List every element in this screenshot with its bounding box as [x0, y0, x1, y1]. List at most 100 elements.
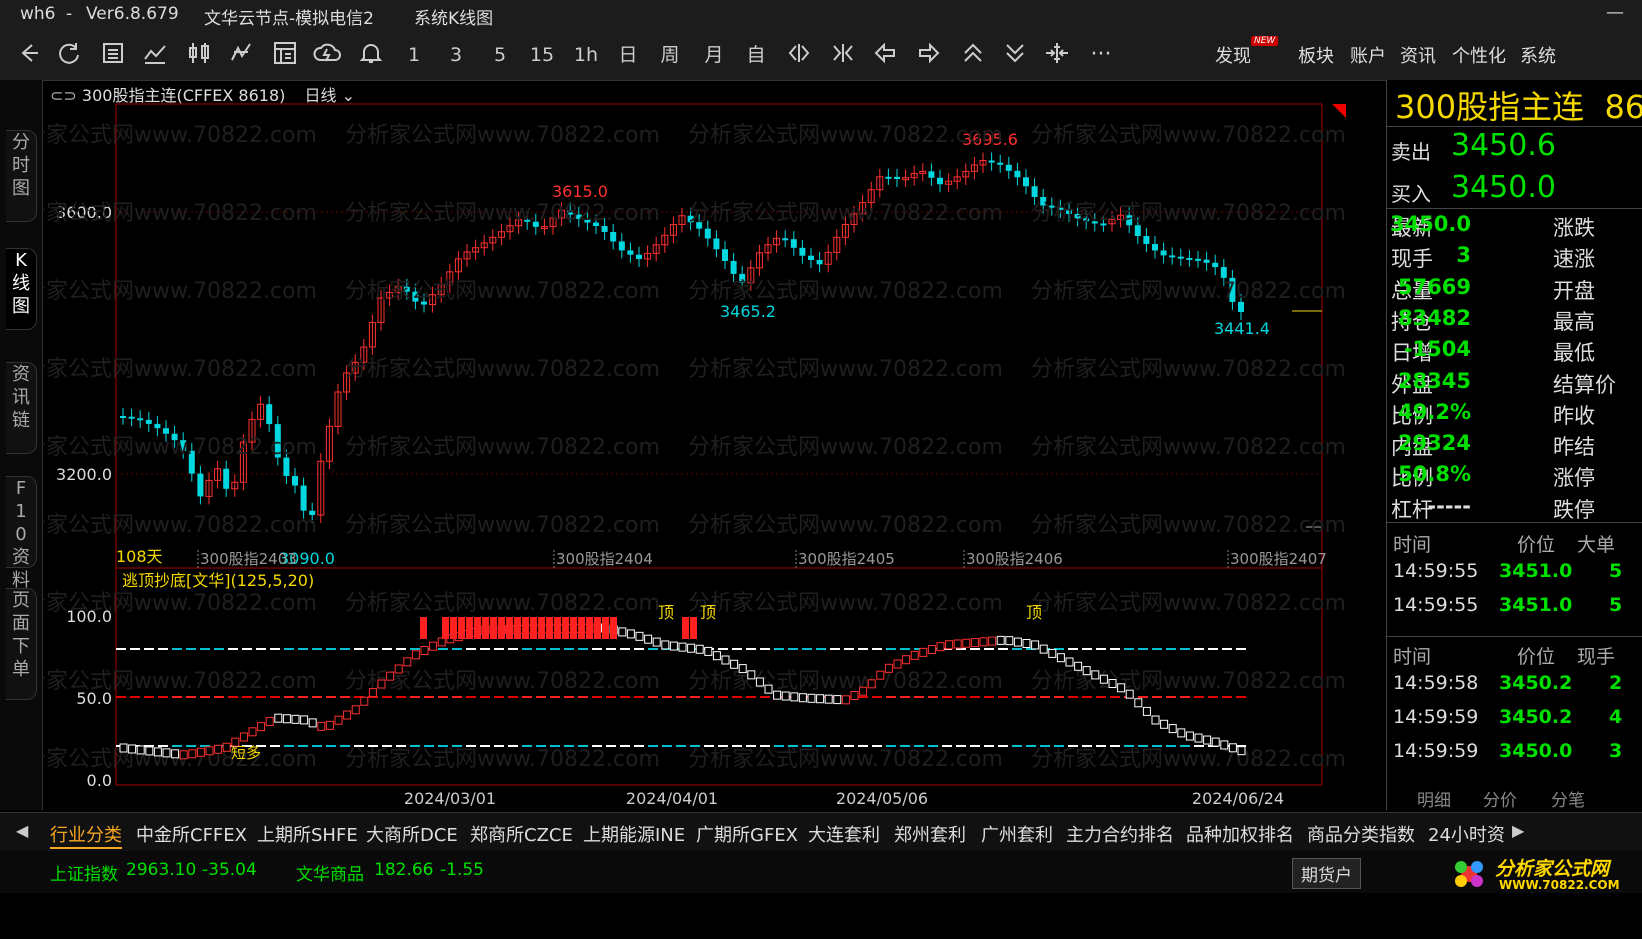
tab-tick[interactable]: 分笔 [1551, 786, 1585, 811]
signal-bar [546, 617, 553, 639]
contract-label: 300股指2406 [966, 550, 1063, 568]
minimize-button[interactable]: — [1606, 2, 1624, 23]
indicator-step [153, 747, 162, 757]
period-1h-button[interactable]: 1h [570, 40, 602, 70]
indicator-step [343, 710, 352, 720]
indicator-step [1160, 719, 1169, 729]
candle-body-down [145, 419, 152, 424]
side-tab-kline[interactable]: K线图 [6, 248, 37, 330]
menu-system[interactable]: 系统 [1520, 42, 1556, 68]
quote-bottom-tabs: 明细 分价 分笔 [1387, 780, 1642, 811]
market-tab[interactable]: 中金所CFFEX [136, 821, 247, 847]
symbol-label[interactable]: 300股指主连(CFFEX 8618) [82, 86, 285, 105]
menu-discover[interactable]: 发现 [1215, 42, 1251, 68]
indicator-step [902, 655, 911, 665]
kline-chart[interactable]: 3600.03200.0108天3615.03465.23695.63441.4… [42, 80, 1384, 810]
date-label: 2024/04/01 [626, 789, 718, 808]
market-tab[interactable]: 上期能源INE [583, 821, 685, 847]
refresh-icon[interactable] [54, 40, 84, 70]
more-icon[interactable]: ··· [1086, 40, 1116, 70]
period-dropdown[interactable]: 日线 ⌄ [304, 86, 355, 105]
market-tab[interactable]: 郑商所CZCE [470, 821, 573, 847]
market-tab[interactable]: 广州套利 [981, 821, 1053, 847]
indicator-step [919, 647, 928, 657]
period-week-button[interactable]: 周 [656, 40, 684, 70]
market-tab[interactable]: 郑州套利 [894, 821, 966, 847]
period-custom-button[interactable]: 自 [742, 40, 770, 70]
bell-icon[interactable] [356, 40, 386, 70]
quote-row-value: 3 [1456, 243, 1471, 268]
cloud-icon[interactable] [312, 40, 342, 70]
candle-body-down [1014, 170, 1021, 178]
chevron-up-icon[interactable] [958, 40, 988, 70]
side-tab-timeshare[interactable]: 分时图 [6, 130, 37, 222]
date-label: 2024/03/01 [404, 789, 496, 808]
indicator-step [1194, 733, 1203, 743]
period-3m-button[interactable]: 3 [442, 40, 470, 70]
indicator-step [721, 655, 730, 665]
scroll-right-icon[interactable]: ▶ [1512, 821, 1524, 840]
chevron-down-icon[interactable] [1000, 40, 1030, 70]
menu-personalize[interactable]: 个性化 [1452, 42, 1506, 68]
quote-row-value: 49.2% [1398, 399, 1471, 424]
split-icon[interactable] [1042, 40, 1072, 70]
menu-account[interactable]: 账户 [1350, 42, 1386, 68]
side-tab-order[interactable]: 页面下单 [6, 588, 37, 700]
period-month-button[interactable]: 月 [700, 40, 728, 70]
market-tab[interactable]: 广期所GFEX [696, 821, 798, 847]
sell-label: 卖出 [1391, 140, 1431, 164]
side-tab-newschain[interactable]: 资讯链 [6, 362, 37, 454]
market-tab[interactable]: 行业分类 [50, 821, 122, 849]
market-tab[interactable]: 上期所SHFE [257, 821, 358, 847]
arrow-right-icon[interactable] [914, 40, 944, 70]
back-icon[interactable] [14, 40, 44, 70]
quote-row-value: 29324 [1397, 431, 1471, 456]
sell-price[interactable]: 3450.6 [1451, 128, 1556, 163]
market-tab[interactable]: 品种加权排名 [1186, 821, 1294, 847]
indicator-step [988, 636, 997, 646]
menu-sector[interactable]: 板块 [1298, 42, 1334, 68]
period-15m-button[interactable]: 15 [526, 40, 558, 70]
link-icon[interactable]: ⊂⊃ [50, 86, 77, 105]
tab-detail[interactable]: 明细 [1417, 786, 1451, 811]
line-chart-icon[interactable] [140, 40, 170, 70]
tick-col-price: 价位 [1517, 646, 1556, 668]
watermark-text: 分析家公式网www.70822.com [1031, 747, 1346, 772]
watermark-text: 分析家公式网www.70822.com [345, 435, 660, 460]
market-tab[interactable]: 大连套利 [808, 821, 880, 847]
tick-time: 14:59:59 [1393, 706, 1479, 728]
signal-bar [682, 617, 689, 639]
server-node[interactable]: 文华云节点-模拟电信2 [204, 4, 374, 29]
market-tab[interactable]: 大商所DCE [366, 821, 458, 847]
indicator-step [644, 634, 653, 644]
indicator-step [1168, 724, 1177, 734]
zoom-out-icon[interactable] [828, 40, 858, 70]
market-tab[interactable]: 主力合约排名 [1066, 821, 1174, 847]
account-button[interactable]: 期货户 [1292, 858, 1361, 889]
trade-col-size: 大单 [1577, 534, 1616, 556]
arrow-left-icon[interactable] [870, 40, 900, 70]
market-tab[interactable]: 24小时资 [1428, 821, 1505, 847]
index1-value: 2963.10 [126, 860, 197, 880]
window-icon[interactable] [270, 40, 300, 70]
market-tab[interactable]: 商品分类指数 [1307, 821, 1415, 847]
period-day-button[interactable]: 日 [614, 40, 642, 70]
scroll-left-icon[interactable]: ◀ [16, 821, 28, 840]
indicator-step [274, 713, 283, 723]
period-5m-button[interactable]: 5 [486, 40, 514, 70]
draw-tool-icon[interactable] [226, 40, 256, 70]
side-tab-f10[interactable]: F10资料 [6, 476, 37, 591]
buy-price[interactable]: 3450.0 [1451, 170, 1556, 205]
zoom-in-icon[interactable] [784, 40, 814, 70]
sell-row: 卖出 3450.6 [1387, 128, 1642, 170]
candle-icon[interactable] [184, 40, 214, 70]
list-icon[interactable] [98, 40, 128, 70]
indicator-name: 逃顶抄底[文华](125,5,20) [122, 571, 314, 590]
kline-chart-area[interactable]: 3600.0 3200.0 108天 3615.0 3465.2 3695.6 3441.4… [42, 80, 1384, 810]
menu-news[interactable]: 资讯 [1400, 42, 1436, 68]
period-1m-button[interactable]: 1 [400, 40, 428, 70]
tab-price-dist[interactable]: 分价 [1483, 786, 1517, 811]
contract-label: 300股指2404 [556, 550, 653, 568]
short-signal-label: 短多 [231, 744, 261, 762]
indicator-step [1074, 661, 1083, 671]
